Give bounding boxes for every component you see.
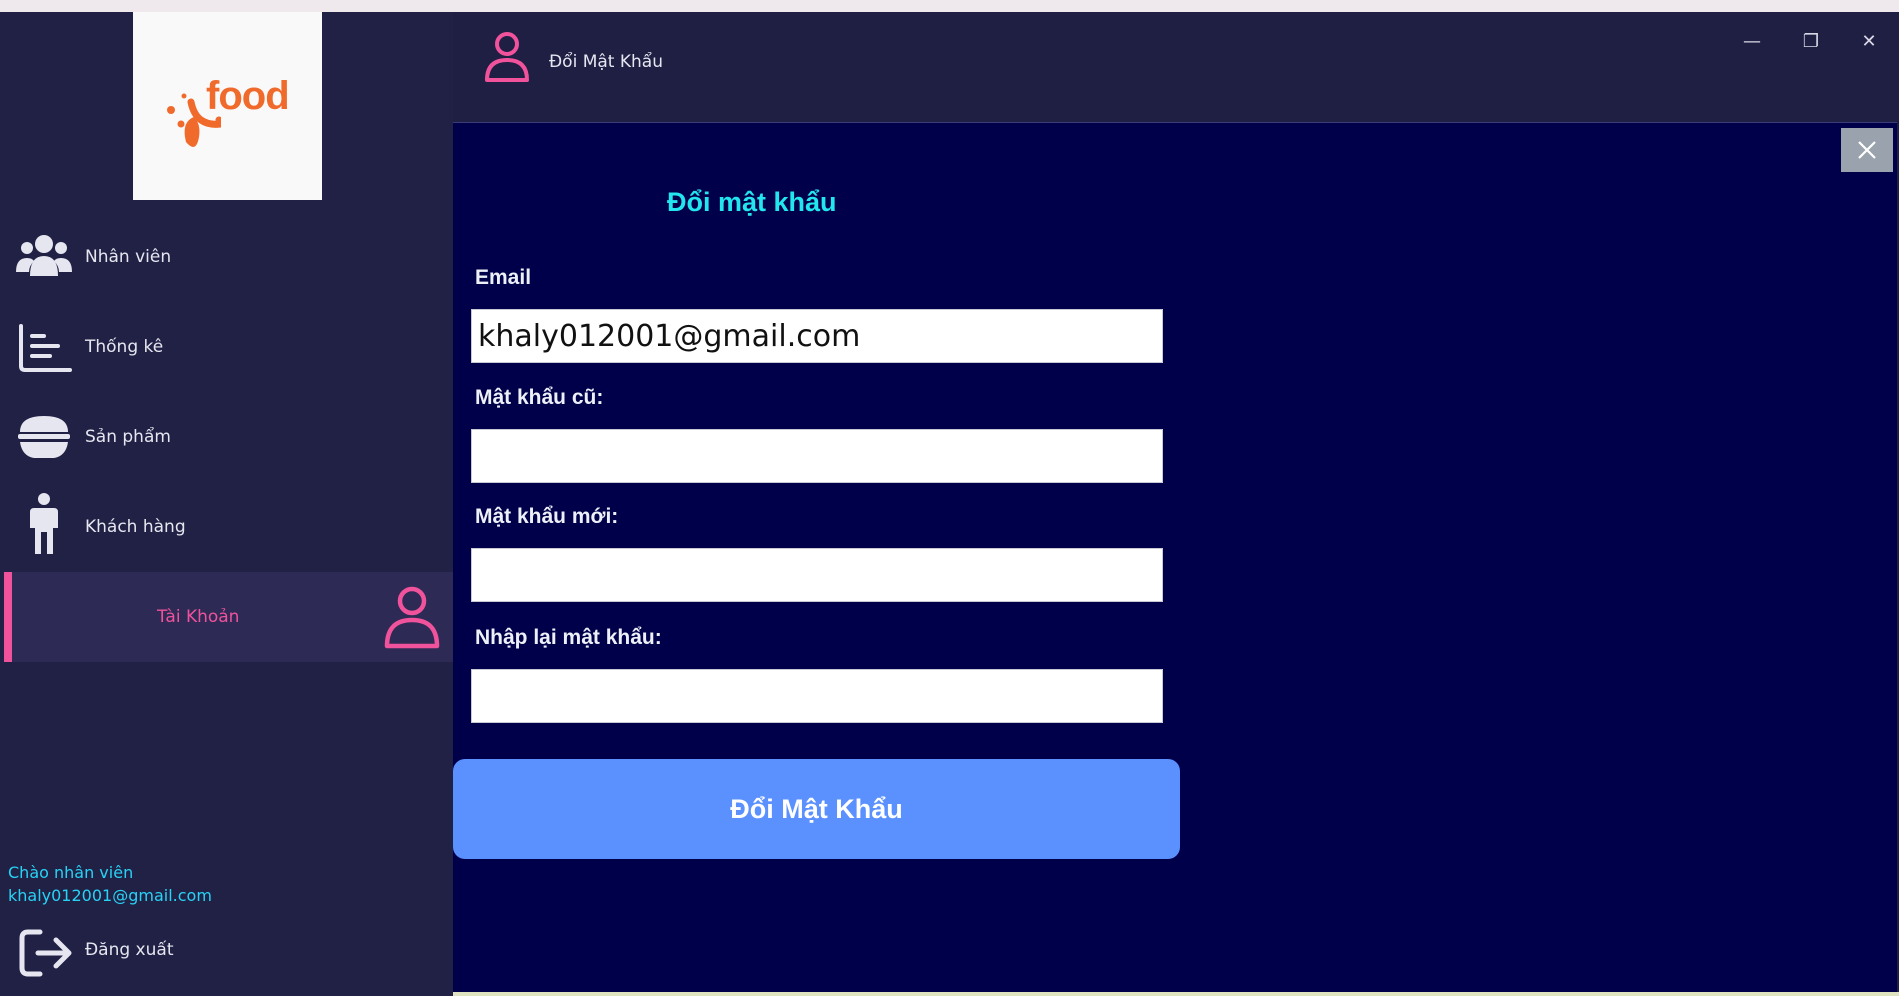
user-account-icon: [485, 32, 529, 82]
email-field[interactable]: khaly012001@gmail.com: [471, 309, 1163, 363]
change-password-panel: Đổi mật khẩu Email khaly012001@gmail.com…: [453, 122, 1897, 996]
app-window: food Nhân viên Thống kê Sản phẩm Khách h…: [0, 12, 1899, 996]
sidebar-item-label: Nhân viên: [85, 247, 172, 267]
email-label: Email: [475, 266, 532, 289]
confirm-password-label: Nhập lại mật khẩu:: [475, 626, 662, 649]
window-close-button[interactable]: ✕: [1849, 26, 1889, 56]
logout-label: Đăng xuất: [85, 940, 174, 960]
confirm-password-field[interactable]: [471, 669, 1163, 723]
change-password-button[interactable]: Đổi Mật Khẩu: [453, 759, 1180, 859]
old-password-label: Mật khẩu cũ:: [475, 386, 604, 409]
page-title: Đổi Mật Khẩu: [549, 52, 663, 72]
sidebar-item-label: Sản phẩm: [85, 427, 171, 447]
sidebar-item-label: Thống kê: [85, 337, 164, 357]
food-bowl-icon: [18, 416, 70, 458]
person-icon: [30, 493, 58, 554]
app-logo: food: [133, 12, 322, 200]
greeting-line: Chào nhân viên: [8, 863, 134, 882]
logout-button[interactable]: Đăng xuất: [4, 916, 453, 986]
sidebar-item-customers[interactable]: Khách hàng: [4, 482, 453, 572]
sidebar-item-statistics[interactable]: Thống kê: [4, 302, 453, 392]
chart-list-icon: [19, 324, 72, 372]
bottom-edge: [453, 992, 1899, 996]
panel-close-button[interactable]: [1841, 128, 1893, 172]
close-icon: [1858, 141, 1876, 159]
greeting-email: khaly012001@gmail.com: [8, 886, 212, 905]
sidebar-item-products[interactable]: Sản phẩm: [4, 392, 453, 482]
old-password-field[interactable]: [471, 429, 1163, 483]
sidebar-item-account[interactable]: Tài Khoản: [4, 572, 453, 662]
form-title: Đổi mật khẩu: [667, 187, 837, 217]
logo-text: food: [206, 74, 290, 118]
logout-icon: [19, 929, 72, 977]
minimize-button[interactable]: —: [1732, 26, 1772, 56]
header-bar: Đổi Mật Khẩu — ❐ ✕: [453, 12, 1899, 122]
screen-top-strip: [0, 0, 1899, 12]
greeting-text: Chào nhân viên khaly012001@gmail.com: [8, 861, 212, 907]
new-password-label: Mật khẩu mới:: [475, 505, 619, 528]
sidebar-item-employees[interactable]: Nhân viên: [4, 212, 453, 302]
restore-button[interactable]: ❐: [1791, 26, 1831, 56]
users-group-icon: [16, 235, 72, 276]
new-password-field[interactable]: [471, 548, 1163, 602]
user-account-icon: [384, 586, 440, 649]
sidebar-item-label: Tài Khoản: [157, 607, 240, 627]
sidebar-item-label: Khách hàng: [85, 517, 186, 537]
sidebar: food Nhân viên Thống kê Sản phẩm Khách h…: [0, 12, 453, 996]
